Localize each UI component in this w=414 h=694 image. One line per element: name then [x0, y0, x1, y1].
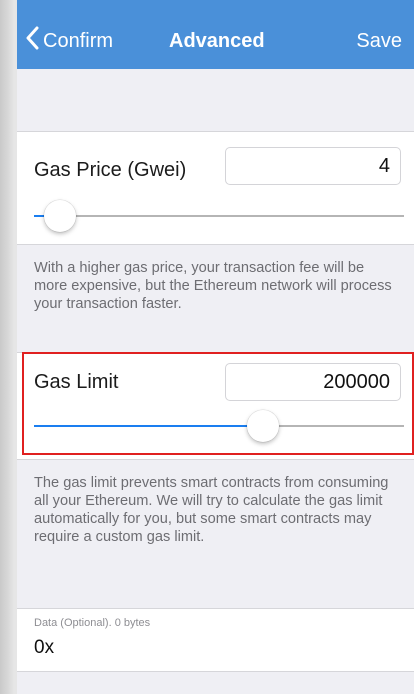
gas-price-help-text: With a higher gas price, your transactio… [34, 260, 392, 312]
slider-thumb[interactable] [247, 410, 280, 442]
gas-limit-section: Gas Limit [17, 352, 414, 460]
gas-limit-help-text: The gas limit prevents smart contracts f… [34, 475, 389, 545]
save-button[interactable]: Save [356, 30, 402, 53]
data-field-value[interactable]: 0x [34, 637, 54, 659]
gas-price-slider[interactable] [34, 198, 404, 234]
gas-price-label: Gas Price (Gwei) [34, 159, 187, 181]
gas-limit-slider[interactable] [34, 408, 404, 444]
slider-fill [34, 425, 264, 427]
slider-thumb[interactable] [43, 200, 76, 232]
gas-limit-input[interactable] [225, 363, 401, 401]
chevron-left-icon [26, 26, 39, 49]
data-field-label: Data (Optional). 0 bytes [34, 617, 151, 629]
page-title: Advanced [169, 30, 265, 52]
data-section: Data (Optional). 0 bytes 0x [17, 608, 414, 672]
back-button[interactable]: Confirm [25, 22, 113, 53]
navigation-bar: Confirm Advanced Save [17, 0, 414, 69]
gas-price-section: Gas Price (Gwei) [17, 132, 414, 245]
gas-limit-label: Gas Limit [34, 371, 119, 393]
back-button-label: Confirm [43, 30, 114, 52]
header-spacer [17, 69, 414, 132]
gas-price-input[interactable] [225, 147, 401, 185]
slider-track [34, 215, 404, 217]
screen: Confirm Advanced Save Gas Price (Gwei) W… [17, 0, 414, 694]
